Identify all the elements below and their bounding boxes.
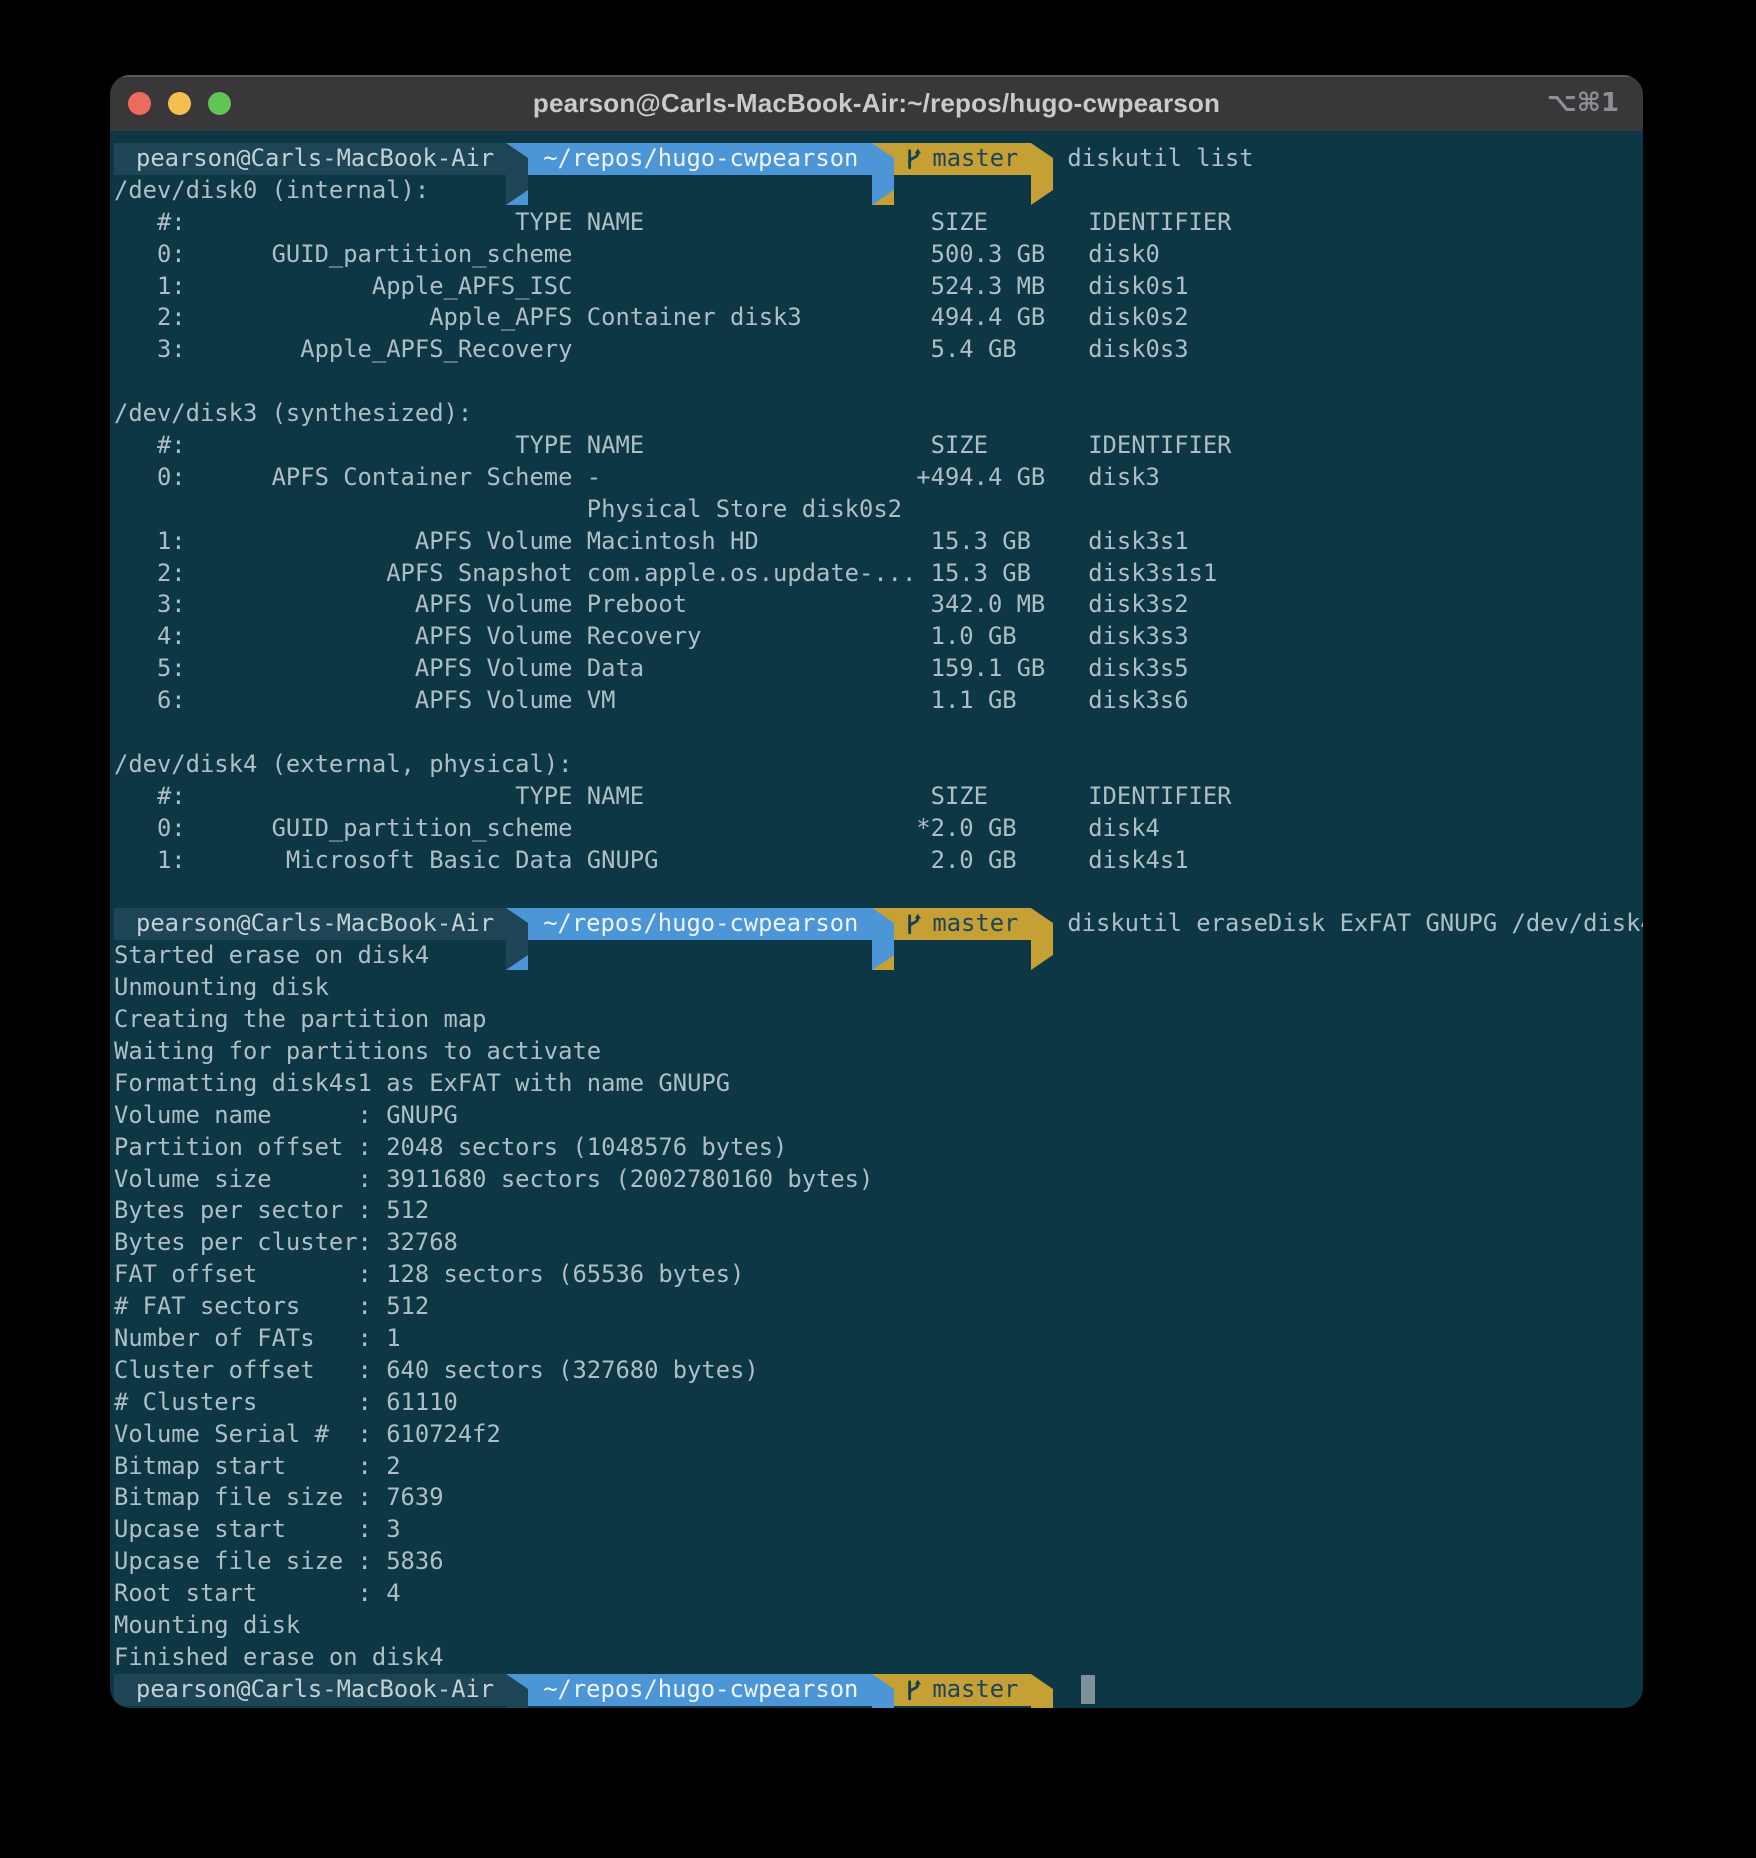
command-text: diskutil list [1067, 143, 1253, 175]
zoom-button[interactable] [208, 92, 231, 115]
desktop: { "window": { "title": "pearson@Carls-Ma… [0, 0, 1756, 1858]
output-line: /dev/disk3 (synthesized): [114, 398, 1635, 430]
output-line: # Clusters : 61110 [114, 1387, 1635, 1419]
prompt-git-segment: master [894, 1674, 1031, 1706]
prompt-branch-label: master [932, 908, 1018, 940]
prompt-line: pearson@Carls-MacBook-Air ~/repos/hugo-c… [114, 908, 1635, 940]
output-line: Bytes per sector : 512 [114, 1195, 1635, 1227]
powerline-separator-icon [1031, 143, 1053, 205]
output-line: #: TYPE NAME SIZE IDENTIFIER [114, 781, 1635, 813]
output-line: Partition offset : 2048 sectors (1048576… [114, 1132, 1635, 1164]
output-line: 1: Microsoft Basic Data GNUPG 2.0 GB dis… [114, 845, 1635, 877]
powerline-separator-icon [872, 143, 894, 205]
output-line: 5: APFS Volume Data 159.1 GB disk3s5 [114, 653, 1635, 685]
output-line: Finished erase on disk4 [114, 1642, 1635, 1674]
git-branch-icon [904, 912, 924, 936]
window-title: pearson@Carls-MacBook-Air:~/repos/hugo-c… [110, 88, 1643, 119]
output-line: 2: APFS Snapshot com.apple.os.update-...… [114, 558, 1635, 590]
prompt-user-host: pearson@Carls-MacBook-Air [114, 908, 506, 940]
prompt-branch-label: master [932, 1674, 1018, 1706]
output-line: Volume size : 3911680 sectors (200278016… [114, 1164, 1635, 1196]
powerline-separator-icon [1031, 1674, 1053, 1708]
powerline-separator-icon [506, 1674, 528, 1708]
terminal[interactable]: pearson@Carls-MacBook-Air ~/repos/hugo-c… [110, 131, 1643, 1706]
close-button[interactable] [128, 92, 151, 115]
output-line: /dev/disk4 (external, physical): [114, 749, 1635, 781]
traffic-lights [128, 92, 231, 115]
output-line: 3: Apple_APFS_Recovery 5.4 GB disk0s3 [114, 334, 1635, 366]
output-line: 0: GUID_partition_scheme *2.0 GB disk4 [114, 813, 1635, 845]
prompt-line: pearson@Carls-MacBook-Air ~/repos/hugo-c… [114, 1674, 1635, 1706]
tab-shortcut-badge: ⌥⌘1 [1547, 88, 1619, 118]
output-line: 6: APFS Volume VM 1.1 GB disk3s6 [114, 685, 1635, 717]
prompt-user-host: pearson@Carls-MacBook-Air [114, 1674, 506, 1706]
minimize-button[interactable] [168, 92, 191, 115]
output-line: Root start : 4 [114, 1578, 1635, 1610]
prompt-line: pearson@Carls-MacBook-Air ~/repos/hugo-c… [114, 143, 1635, 175]
output-line: Upcase file size : 5836 [114, 1546, 1635, 1578]
output-line: 3: APFS Volume Preboot 342.0 MB disk3s2 [114, 589, 1635, 621]
powerline-separator-icon [506, 143, 528, 205]
cursor-block [1081, 1675, 1095, 1704]
output-line: #: TYPE NAME SIZE IDENTIFIER [114, 430, 1635, 462]
output-line: Number of FATs : 1 [114, 1323, 1635, 1355]
terminal-body: pearson@Carls-MacBook-Air ~/repos/hugo-c… [114, 143, 1635, 1706]
output-line: Volume name : GNUPG [114, 1100, 1635, 1132]
prompt-git-segment: master [894, 908, 1031, 940]
output-line: Waiting for partitions to activate [114, 1036, 1635, 1068]
output-line [114, 717, 1635, 749]
output-line: Unmounting disk [114, 972, 1635, 1004]
prompt-directory: ~/repos/hugo-cwpearson [528, 1674, 872, 1706]
powerline-separator-icon [506, 908, 528, 970]
command-text: diskutil eraseDisk ExFAT GNUPG /dev/disk… [1067, 908, 1643, 940]
titlebar[interactable]: pearson@Carls-MacBook-Air:~/repos/hugo-c… [110, 75, 1643, 131]
powerline-separator-icon [1031, 908, 1053, 970]
output-line: Mounting disk [114, 1610, 1635, 1642]
output-line: #: TYPE NAME SIZE IDENTIFIER [114, 207, 1635, 239]
output-line: 0: GUID_partition_scheme 500.3 GB disk0 [114, 239, 1635, 271]
output-line: FAT offset : 128 sectors (65536 bytes) [114, 1259, 1635, 1291]
output-line: Cluster offset : 640 sectors (327680 byt… [114, 1355, 1635, 1387]
prompt-directory: ~/repos/hugo-cwpearson [528, 908, 872, 940]
prompt-user-host: pearson@Carls-MacBook-Air [114, 143, 506, 175]
output-line: Physical Store disk0s2 [114, 494, 1635, 526]
git-branch-icon [904, 1678, 924, 1702]
prompt-branch-label: master [932, 143, 1018, 175]
output-line: 1: Apple_APFS_ISC 524.3 MB disk0s1 [114, 271, 1635, 303]
output-line: 4: APFS Volume Recovery 1.0 GB disk3s3 [114, 621, 1635, 653]
output-line: Bytes per cluster: 32768 [114, 1227, 1635, 1259]
output-line: Formatting disk4s1 as ExFAT with name GN… [114, 1068, 1635, 1100]
output-line: Volume Serial # : 610724f2 [114, 1419, 1635, 1451]
terminal-window: pearson@Carls-MacBook-Air:~/repos/hugo-c… [110, 75, 1643, 1708]
output-line: Bitmap start : 2 [114, 1451, 1635, 1483]
output-line [114, 366, 1635, 398]
prompt-directory: ~/repos/hugo-cwpearson [528, 143, 872, 175]
output-line: Bitmap file size : 7639 [114, 1482, 1635, 1514]
output-line: # FAT sectors : 512 [114, 1291, 1635, 1323]
output-line: 0: APFS Container Scheme - +494.4 GB dis… [114, 462, 1635, 494]
output-line: Creating the partition map [114, 1004, 1635, 1036]
output-line [114, 876, 1635, 908]
output-line: Upcase start : 3 [114, 1514, 1635, 1546]
output-line: 2: Apple_APFS Container disk3 494.4 GB d… [114, 302, 1635, 334]
output-line: 1: APFS Volume Macintosh HD 15.3 GB disk… [114, 526, 1635, 558]
powerline-separator-icon [872, 1674, 894, 1708]
prompt-git-segment: master [894, 143, 1031, 175]
git-branch-icon [904, 147, 924, 171]
powerline-separator-icon [872, 908, 894, 970]
